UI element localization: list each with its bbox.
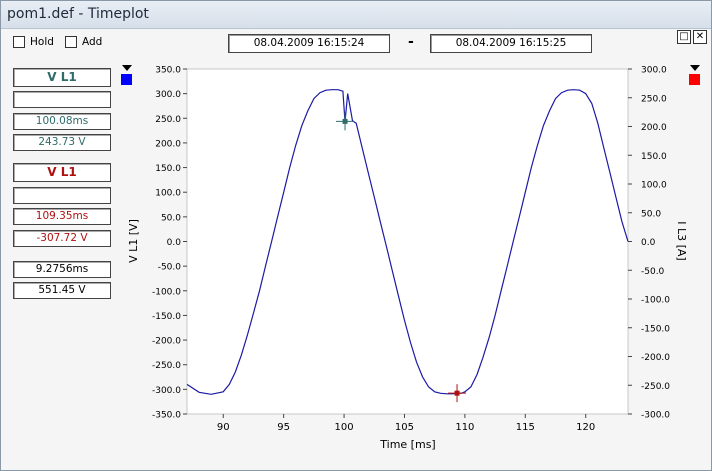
left-tick-label: -250.0 xyxy=(152,361,181,371)
left-tick-label: -100.0 xyxy=(152,287,181,297)
x-tick-label: 120 xyxy=(576,422,595,433)
left-tick-label: 150.0 xyxy=(155,164,181,174)
left-tick-label: 0.0 xyxy=(167,238,182,248)
x-tick-label: 100 xyxy=(335,422,354,433)
x-tick-label: 90 xyxy=(217,422,230,433)
right-tick-label: 100.0 xyxy=(641,181,667,191)
right-axis-label: I L3 [A] xyxy=(675,221,688,260)
right-tick-label: 0.0 xyxy=(641,238,656,248)
left-tick-label: 100.0 xyxy=(155,189,181,199)
left-tick-label: -150.0 xyxy=(152,312,181,322)
left-axis-label: V L1 [V] xyxy=(127,219,140,263)
right-tick-label: 50.0 xyxy=(641,209,661,219)
right-tick-label: -100.0 xyxy=(641,296,670,306)
x-tick-label: 115 xyxy=(516,422,535,433)
right-tick-label: 300.0 xyxy=(641,66,667,76)
cursor1-point xyxy=(342,118,348,124)
left-tick-label: 250.0 xyxy=(155,115,181,125)
right-tick-label: -250.0 xyxy=(641,382,670,392)
right-tick-label: 200.0 xyxy=(641,123,667,133)
right-tick-label: -50.0 xyxy=(641,267,665,277)
left-tick-label: -200.0 xyxy=(152,337,181,347)
x-tick-label: 95 xyxy=(277,422,290,433)
x-tick-label: 105 xyxy=(395,422,414,433)
right-tick-label: 250.0 xyxy=(641,94,667,104)
plot-area[interactable] xyxy=(186,68,629,415)
left-tick-label: -300.0 xyxy=(152,386,181,396)
right-tick-label: -150.0 xyxy=(641,324,670,334)
left-tick-label: -50.0 xyxy=(158,263,182,273)
right-tick-label: -200.0 xyxy=(641,353,670,363)
left-tick-label: 300.0 xyxy=(155,90,181,100)
x-axis-label: Time [ms] xyxy=(379,438,435,451)
left-tick-label: 50.0 xyxy=(161,213,181,223)
left-tick-label: -350.0 xyxy=(152,411,181,421)
cursor2-point xyxy=(454,390,460,396)
timeplot-chart[interactable]: 90 95 100 105 110 115 120 350.0 300.0 250.0 200.0 1… xyxy=(1,1,711,470)
x-tick-label: 110 xyxy=(455,422,474,433)
right-tick-label: 150.0 xyxy=(641,152,667,162)
right-tick-label: -300.0 xyxy=(641,411,670,421)
left-tick-label: 200.0 xyxy=(155,139,181,149)
timeplot-window: pom1.def - Timeplot Hold Add 08.04.2009 … xyxy=(0,0,712,471)
left-tick-label: 350.0 xyxy=(155,66,181,76)
